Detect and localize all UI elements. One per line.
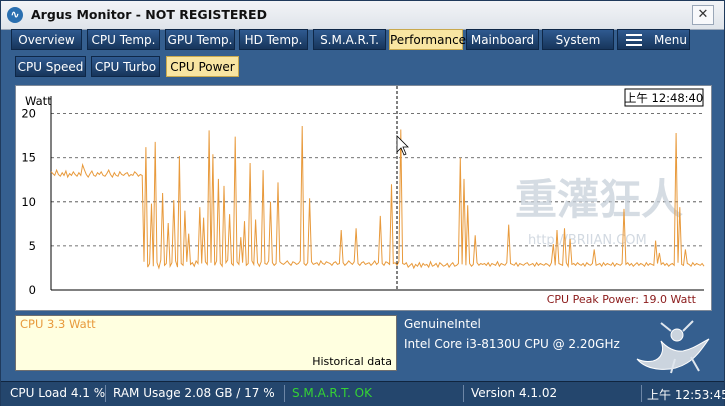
status-divider bbox=[105, 385, 106, 402]
menu-button[interactable]: Menu bbox=[617, 29, 690, 50]
title-bar: ∿ Argus Monitor - NOT REGISTERED ✕ bbox=[1, 1, 724, 30]
tab-gpu-temp[interactable]: GPU Temp. bbox=[165, 29, 235, 50]
status-bar: CPU Load 4.1 % RAM Usage 2.08 GB / 17 % … bbox=[1, 381, 725, 406]
app-window: ∿ Argus Monitor - NOT REGISTERED ✕ Overv… bbox=[0, 0, 725, 406]
y-tick-label: 0 bbox=[29, 283, 36, 297]
close-icon[interactable]: ✕ bbox=[692, 5, 714, 25]
tab-cpu-temp[interactable]: CPU Temp. bbox=[87, 29, 160, 50]
cpu-power-chart: Watt 05101520 重灌狂人 http://BRIIAN.COM 上午 … bbox=[21, 86, 705, 306]
y-tick-label: 15 bbox=[21, 151, 36, 165]
tab-mainboard[interactable]: Mainboard bbox=[466, 29, 539, 50]
smart-status: S.M.A.R.T. OK bbox=[292, 386, 372, 400]
historical-data-label: Historical data bbox=[312, 355, 392, 368]
version-status: Version 4.1.02 bbox=[471, 386, 558, 400]
tab-overview[interactable]: Overview bbox=[11, 29, 82, 50]
menu-label: Menu bbox=[654, 33, 687, 47]
cpu-vendor: GenuineIntel bbox=[404, 317, 481, 331]
subtab-cpu-speed[interactable]: CPU Speed bbox=[15, 56, 86, 77]
cpu-power-chart-panel: Watt 0 5 10 15 20 重灌狂人 http://BRIIAN.COM 上午 … bbox=[15, 85, 712, 311]
watermark-url: http://BRIIAN.COM bbox=[528, 233, 647, 248]
tab-smart[interactable]: S.M.A.R.T. bbox=[313, 29, 386, 50]
app-logo-icon: ∿ bbox=[7, 7, 23, 23]
clock-status: 上午 12:53:45 bbox=[647, 388, 725, 402]
y-tick-label: 10 bbox=[21, 195, 36, 209]
time-label: 上午 12:48:40 bbox=[625, 91, 703, 105]
window-title: Argus Monitor - NOT REGISTERED bbox=[31, 7, 267, 22]
subtab-cpu-turbo[interactable]: CPU Turbo bbox=[91, 56, 160, 77]
lizard-logo-icon bbox=[636, 320, 710, 374]
status-divider bbox=[463, 385, 464, 402]
y-tick-label: 20 bbox=[21, 107, 36, 121]
current-value-box: CPU 3.3 Watt Historical data bbox=[15, 315, 397, 371]
tab-hd-temp[interactable]: HD Temp. bbox=[239, 29, 308, 50]
status-divider bbox=[284, 385, 285, 402]
status-divider bbox=[641, 385, 642, 402]
peak-power-label: CPU Peak Power: 19.0 Watt bbox=[547, 293, 697, 306]
ram-usage-status: RAM Usage 2.08 GB / 17 % bbox=[113, 386, 275, 400]
hamburger-icon bbox=[626, 34, 642, 46]
cpu-model: Intel Core i3-8130U CPU @ 2.20GHz bbox=[404, 337, 620, 351]
mouse-pointer-icon bbox=[396, 135, 409, 156]
current-cpu-power: CPU 3.3 Watt bbox=[20, 317, 96, 331]
watermark-text: 重灌狂人 bbox=[515, 175, 683, 224]
cpu-load-status: CPU Load 4.1 % bbox=[10, 386, 106, 400]
tab-performance[interactable]: Performance bbox=[389, 29, 466, 50]
tab-system[interactable]: System bbox=[542, 29, 614, 50]
subtab-cpu-power[interactable]: CPU Power bbox=[166, 56, 239, 77]
y-tick-label: 5 bbox=[29, 239, 36, 253]
